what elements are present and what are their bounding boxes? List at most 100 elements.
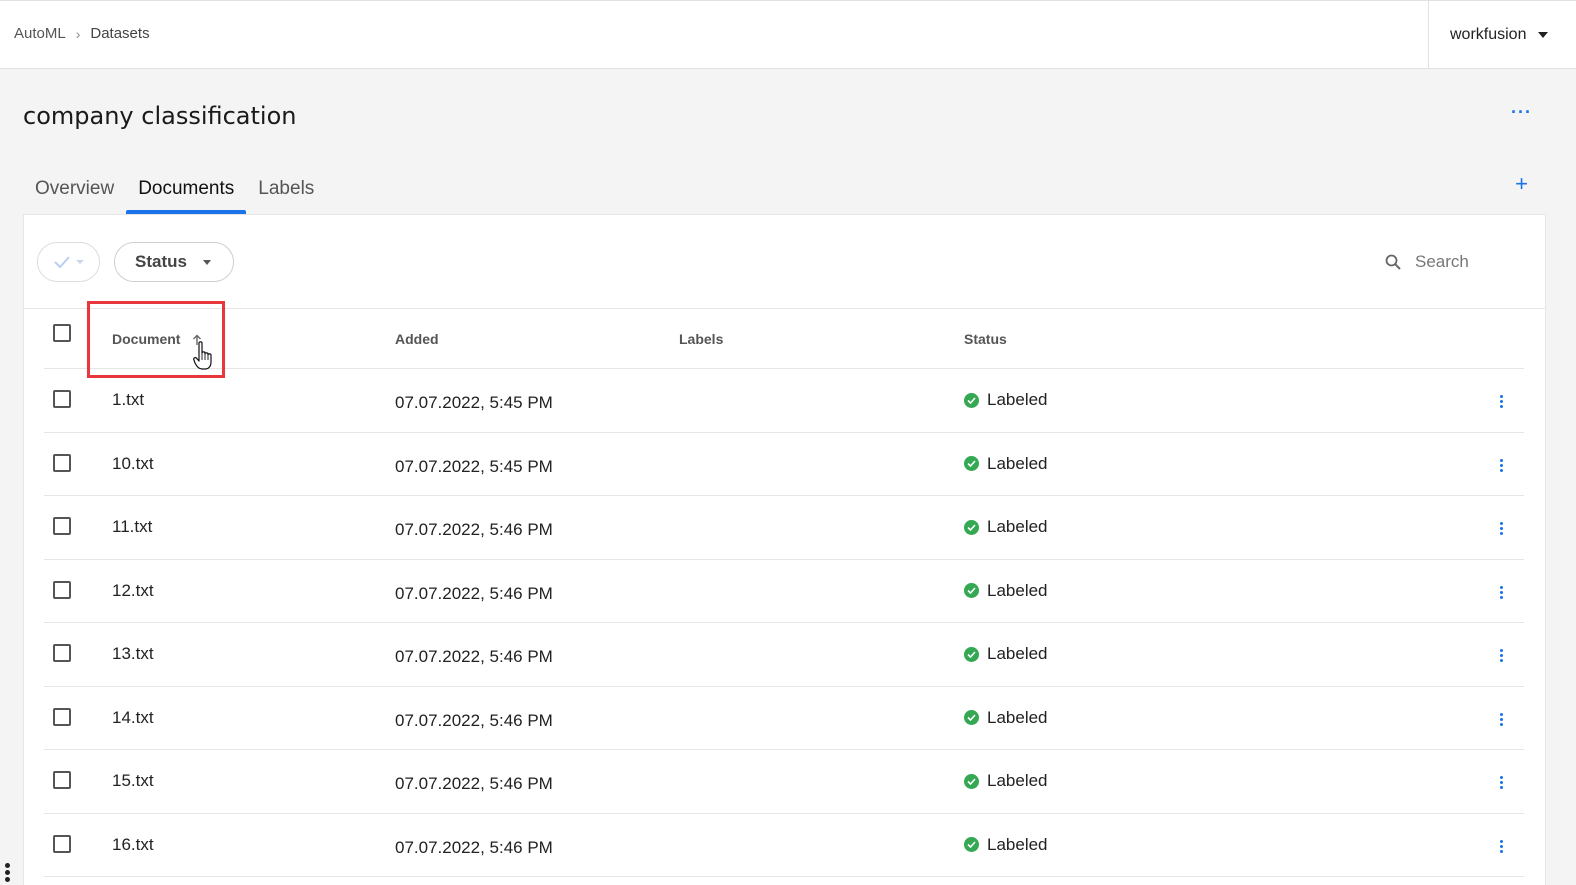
added-date: 07.07.2022, 5:46 PM <box>395 837 553 857</box>
status-label: Labeled <box>987 453 1048 473</box>
row-menu-icon[interactable] <box>1498 394 1504 409</box>
check-icon <box>53 256 70 268</box>
status-label: Labeled <box>987 644 1048 663</box>
top-bar: AutoML › Datasets workfusion <box>0 0 1576 69</box>
table-body: 1.txt 07.07.2022, 5:45 PM Labeled 10.txt… <box>44 369 1524 877</box>
status-cell: Labeled <box>964 517 1048 537</box>
status-label: Labeled <box>987 390 1048 409</box>
row-menu-icon[interactable] <box>1498 839 1504 854</box>
search-box[interactable] <box>1385 245 1545 279</box>
added-date: 07.07.2022, 5:46 PM <box>395 520 553 539</box>
check-circle-icon <box>964 837 979 852</box>
row-menu-icon[interactable] <box>1498 585 1504 600</box>
column-header-document[interactable]: Document <box>112 331 202 347</box>
caret-down-icon <box>202 259 211 265</box>
tab-labels[interactable]: Labels <box>246 164 326 214</box>
check-circle-icon <box>964 646 979 662</box>
row-menu-icon[interactable] <box>1498 775 1504 790</box>
check-circle-icon <box>964 392 979 408</box>
row-checkbox[interactable] <box>53 644 71 662</box>
table-row[interactable]: 10.txt 07.07.2022, 5:45 PM Labeled <box>44 433 1524 496</box>
add-document-button[interactable]: + <box>1515 171 1528 197</box>
added-date: 07.07.2022, 5:46 PM <box>395 774 553 793</box>
row-checkbox[interactable] <box>53 390 71 408</box>
documents-table: Document Added Labels Status 1.txt 07.07… <box>44 309 1524 877</box>
row-menu-icon[interactable] <box>1498 712 1504 727</box>
added-date: 07.07.2022, 5:46 PM <box>395 583 553 603</box>
table-row[interactable]: 12.txt 07.07.2022, 5:46 PM Labeled <box>44 560 1524 623</box>
chevron-right-icon: › <box>75 25 81 42</box>
status-label: Labeled <box>987 771 1048 790</box>
column-header-labels[interactable]: Labels <box>679 331 723 347</box>
status-cell: Labeled <box>964 644 1048 664</box>
status-cell: Labeled <box>964 454 1048 474</box>
row-menu-icon[interactable] <box>1498 521 1504 536</box>
tab-bar: Overview Documents Labels <box>23 164 326 214</box>
table-row[interactable]: 11.txt 07.07.2022, 5:46 PM Labeled <box>44 496 1524 560</box>
status-filter-label: Status <box>135 252 187 271</box>
table-row[interactable]: 13.txt 07.07.2022, 5:46 PM Labeled <box>44 623 1524 687</box>
row-checkbox[interactable] <box>53 517 71 535</box>
org-switcher[interactable]: workfusion <box>1428 1 1576 69</box>
org-name: workfusion <box>1450 26 1527 43</box>
drag-handle-icon[interactable] <box>5 862 10 883</box>
table-header: Document Added Labels Status <box>44 309 1524 369</box>
documents-panel: Status Document Added Labels Status <box>23 214 1546 885</box>
hand-cursor-icon <box>193 341 212 370</box>
check-circle-icon <box>964 773 979 789</box>
document-name[interactable]: 10.txt <box>112 454 154 474</box>
select-all-checkbox[interactable] <box>53 324 71 342</box>
breadcrumb: AutoML › Datasets <box>14 25 150 42</box>
row-checkbox[interactable] <box>53 453 71 472</box>
row-menu-icon[interactable] <box>1498 458 1504 473</box>
table-row[interactable]: 15.txt 07.07.2022, 5:46 PM Labeled <box>44 750 1524 814</box>
status-label: Labeled <box>987 580 1048 600</box>
status-cell: Labeled <box>964 708 1048 728</box>
check-circle-icon <box>964 583 979 598</box>
status-label: Labeled <box>987 517 1048 536</box>
status-cell: Labeled <box>964 835 1048 855</box>
row-checkbox[interactable] <box>53 834 71 853</box>
row-checkbox[interactable] <box>53 707 71 726</box>
status-cell: Labeled <box>964 771 1048 791</box>
document-name[interactable]: 1.txt <box>112 390 144 410</box>
table-row[interactable]: 1.txt 07.07.2022, 5:45 PM Labeled <box>44 369 1524 433</box>
row-menu-icon[interactable] <box>1498 648 1504 663</box>
tab-overview[interactable]: Overview <box>23 164 126 214</box>
column-header-added[interactable]: Added <box>395 331 439 347</box>
search-input[interactable] <box>1415 252 1525 272</box>
added-date: 07.07.2022, 5:46 PM <box>395 647 553 666</box>
document-name[interactable]: 15.txt <box>112 771 154 791</box>
more-options-button[interactable]: ··· <box>1511 102 1532 123</box>
added-date: 07.07.2022, 5:46 PM <box>395 710 553 730</box>
status-cell: Labeled <box>964 390 1048 410</box>
table-row[interactable]: 14.txt 07.07.2022, 5:46 PM Labeled <box>44 687 1524 750</box>
status-cell: Labeled <box>964 581 1048 601</box>
document-name[interactable]: 13.txt <box>112 644 154 664</box>
added-date: 07.07.2022, 5:45 PM <box>395 393 553 412</box>
column-header-document-label: Document <box>112 331 181 347</box>
check-circle-icon <box>964 456 979 471</box>
caret-down-icon <box>75 260 84 264</box>
row-checkbox[interactable] <box>53 580 71 599</box>
row-checkbox[interactable] <box>53 771 71 789</box>
document-name[interactable]: 12.txt <box>112 581 154 601</box>
status-label: Labeled <box>987 707 1048 727</box>
table-row[interactable]: 16.txt 07.07.2022, 5:46 PM Labeled <box>44 814 1524 877</box>
document-name[interactable]: 11.txt <box>112 517 152 537</box>
breadcrumb-root[interactable]: AutoML <box>14 25 66 42</box>
page-title: company classification <box>23 102 297 130</box>
table-toolbar: Status <box>24 215 1545 309</box>
column-header-status[interactable]: Status <box>964 331 1007 347</box>
check-circle-icon <box>964 519 979 535</box>
breadcrumb-current[interactable]: Datasets <box>90 25 149 42</box>
search-icon <box>1385 254 1401 270</box>
document-name[interactable]: 14.txt <box>112 708 154 728</box>
status-label: Labeled <box>987 834 1048 854</box>
bulk-select-dropdown[interactable] <box>37 242 100 282</box>
document-name[interactable]: 16.txt <box>112 835 154 855</box>
caret-down-icon <box>1538 32 1549 38</box>
tab-documents[interactable]: Documents <box>126 164 247 214</box>
check-circle-icon <box>964 710 979 725</box>
status-filter-button[interactable]: Status <box>114 242 234 282</box>
